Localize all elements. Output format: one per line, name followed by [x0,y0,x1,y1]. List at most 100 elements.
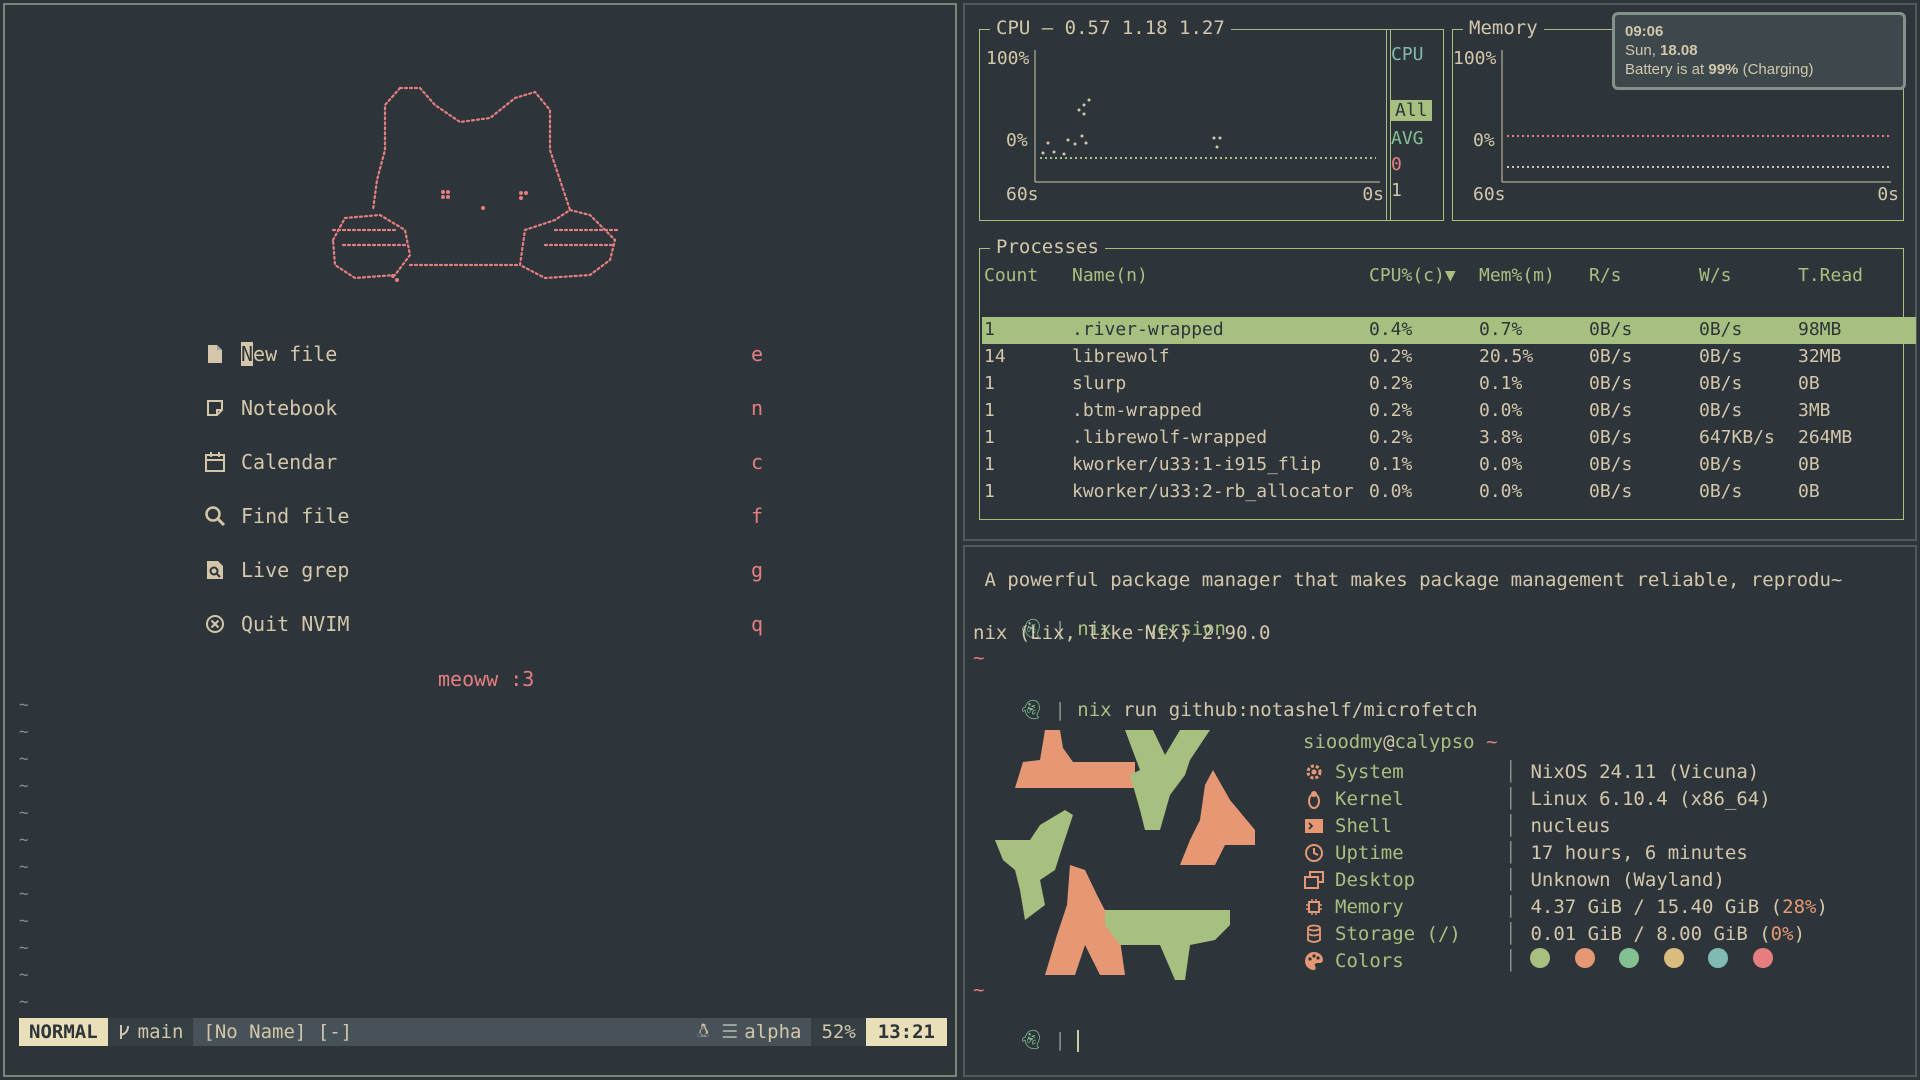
cpu-legend-avg[interactable]: AVG [1391,128,1424,149]
terminal-pane[interactable]: A powerful package manager that makes pa… [963,545,1917,1077]
cell-mem: 0.7% [1479,319,1523,340]
statusline: NORMAL main [No Name] [-] 🐧︎ ☰ alpha 52%… [19,1018,947,1046]
active-prompt[interactable]: 👻︎ | [973,1006,1080,1074]
cell-read-rate: 0B/s [1589,427,1633,448]
cat-ascii-art [331,86,619,282]
header-name[interactable]: Name(n) [1072,265,1148,286]
cell-name: .btm-wrapped [1072,400,1203,421]
menu-label: Calendar [241,450,338,474]
empty-line-marker: ~ [19,695,29,714]
menu-notebook[interactable]: Notebook n [203,393,763,423]
color-dot-blue [1708,948,1729,968]
filename: [No Name] [-] [193,1018,688,1046]
color-dot-yellow [1663,948,1684,968]
linux-icon: 🐧︎ [697,1019,710,1042]
menu-label: Find file [241,504,350,528]
notification-day: Sun, [1625,42,1656,59]
cell-read-rate: 0B/s [1589,454,1633,475]
menu-find-file[interactable]: Find file f [203,501,763,531]
filetype-label: alpha [744,1021,802,1043]
user-host: sioodmy@calypso ~ [1303,731,1498,753]
empty-line-marker: ~ [19,830,29,849]
storage-percent: 0% [1770,922,1794,945]
header-mem[interactable]: Mem%(m) [1479,265,1555,286]
process-row[interactable]: 14 librewolf 0.2% 20.5% 0B/s 0B/s 32MB [982,344,1916,371]
menu-key: g [750,558,763,582]
empty-line-marker: ~ [19,857,29,876]
cell-name: .river-wrapped [1072,319,1224,340]
info-key: Kernel [1335,787,1404,810]
hostname: calypso [1394,731,1475,753]
header-total-read[interactable]: T.Read [1798,265,1863,286]
info-value: 0.01 GiB / 8.00 GiB (0%) [1530,923,1805,945]
process-row-selected[interactable]: 1 .river-wrapped 0.4% 0.7% 0B/s 0B/s 98M… [982,317,1916,344]
cpu-legend-core1[interactable]: 1 [1391,180,1402,201]
menu-key: e [750,342,763,366]
menu-new-file[interactable]: New file e [203,339,763,369]
cell-count: 1 [984,454,995,475]
empty-line-marker: ~ [19,965,29,984]
cell-mem: 0.1% [1479,373,1523,394]
cpu-legend-all[interactable]: All [1391,100,1432,121]
header-count[interactable]: Count [984,265,1038,286]
header-read-rate[interactable]: R/s [1589,265,1622,286]
process-row[interactable]: 1 kworker/u33:1-i915_flip 0.1% 0.0% 0B/s… [982,452,1916,479]
cell-write-rate: 0B/s [1699,400,1743,421]
empty-line-marker: ~ [19,722,29,741]
cell-name: .librewolf-wrapped [1072,427,1268,448]
cell-count: 1 [984,481,995,502]
prompt-tilde: ~ [973,979,985,1001]
memory-close: ) [1816,895,1828,918]
info-separator: │ [1505,868,1517,891]
menu-calendar[interactable]: Calendar c [203,447,763,477]
cell-write-rate: 0B/s [1699,481,1743,502]
header-cpu[interactable]: CPU%(c)▼ [1369,265,1456,286]
process-row[interactable]: 1 .btm-wrapped 0.2% 0.0% 0B/s 0B/s 3MB [982,398,1916,425]
header-write-rate[interactable]: W/s [1699,265,1732,286]
process-row[interactable]: 1 kworker/u33:2-rb_allocator 0.0% 0.0% 0… [982,479,1916,506]
nixos-logo [995,730,1255,980]
nvim-pane[interactable]: New file e Notebook n Calendar c Find fi… [3,3,957,1077]
cell-name: kworker/u33:1-i915_flip [1072,454,1322,475]
processes-table: Processes Count Name(n) CPU%(c)▼ Mem%(m)… [979,236,1916,520]
calendar-icon [203,450,227,474]
info-key: Storage (/) [1335,922,1461,945]
processes-title: Processes [990,236,1105,258]
git-branch: main [108,1021,194,1043]
battery-suffix: (Charging) [1742,61,1814,78]
cell-total-read: 32MB [1798,346,1842,367]
info-system: System │ NixOS 24.11 (Vicuna) [1303,758,1759,785]
command-output: nix (Lix, like Nix) 2.90.0 [973,622,1271,644]
cell-write-rate: 647KB/s [1699,427,1775,448]
cell-total-read: 0B [1798,373,1820,394]
cell-cpu: 0.1% [1369,454,1413,475]
process-row[interactable]: 1 slurp 0.2% 0.1% 0B/s 0B/s 0B [982,371,1916,398]
menu-key: c [750,450,763,474]
menu-label-rest: ew file [253,342,338,366]
menu-live-grep[interactable]: Live grep g [203,555,763,585]
info-value: Unknown (Wayland) [1530,868,1725,891]
info-value: 4.37 GiB / 15.40 GiB (28%) [1530,896,1827,918]
info-storage: Storage (/) │ 0.01 GiB / 8.00 GiB (0%) [1303,920,1805,947]
info-separator: │ [1505,922,1517,945]
cpu-title: CPU — 0.57 1.18 1.27 [990,17,1231,39]
menu-quit[interactable]: Quit NVIM q [203,609,763,639]
text-cursor [1077,1029,1080,1052]
home-tilde: ~ [1486,731,1498,753]
battery-notification[interactable]: 09:06 Sun, 18.08 Battery is at 99% (Char… [1612,12,1906,90]
cpu-legend-core0[interactable]: 0 [1391,154,1402,175]
cell-total-read: 0B [1798,454,1820,475]
ghost-icon: 👻︎ [1018,1029,1043,1051]
cell-count: 1 [984,427,995,448]
notification-date: Sun, 18.08 [1625,41,1893,60]
cell-mem: 0.0% [1479,481,1523,502]
process-row[interactable]: 1 .librewolf-wrapped 0.2% 3.8% 0B/s 647K… [982,425,1916,452]
cell-write-rate: 0B/s [1699,319,1743,340]
cpu-graph: CPU — 0.57 1.18 1.27 100% 0% 60s 0s [979,17,1391,221]
cpu-legend-title: CPU [1391,44,1424,65]
menu-label: Live grep [241,558,350,582]
storage-usage: 0.01 GiB / 8.00 GiB ( [1530,922,1771,945]
info-uptime: Uptime │ 17 hours, 6 minutes [1303,839,1748,866]
cell-read-rate: 0B/s [1589,400,1633,421]
notification-battery: Battery is at 99% (Charging) [1625,60,1893,79]
